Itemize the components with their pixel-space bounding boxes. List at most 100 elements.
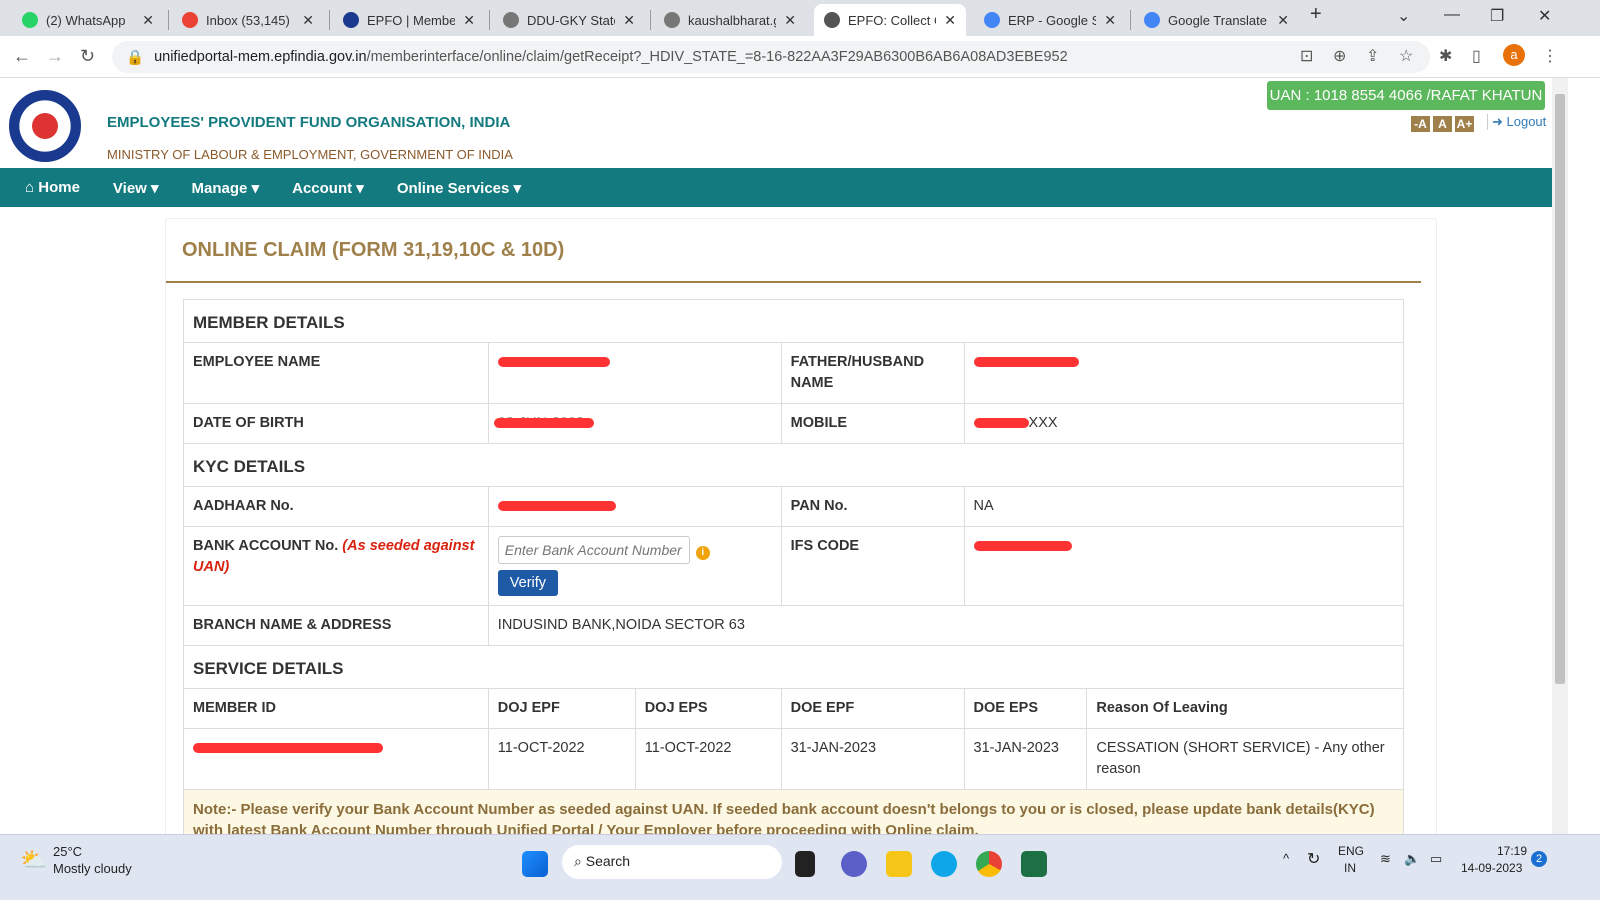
main-nav: ⌂ Home View ▾ Manage ▾ Account ▾ Online … (0, 168, 1552, 207)
clock-time[interactable]: 17:19 (1497, 844, 1527, 858)
tab-favicon-icon (1144, 12, 1160, 28)
browser-tab[interactable]: Google Translate ✕ (1134, 4, 1299, 36)
browser-tab[interactable]: Inbox (53,145) - a ✕ (172, 4, 324, 36)
tab-search-icon[interactable]: ⌄ (1397, 6, 1410, 26)
tray-chevron-icon[interactable]: ^ (1283, 851, 1289, 866)
mobile-text: XXX (1028, 415, 1058, 431)
kyc-details-heading: KYC DETAILS (183, 443, 1404, 487)
tab-favicon-icon (984, 12, 1000, 28)
reload-icon[interactable]: ↻ (80, 46, 95, 67)
nav-label: Online Services (396, 179, 510, 197)
tab-close-icon[interactable]: ✕ (463, 12, 475, 29)
col-doe-eps: DOE EPS (963, 688, 1088, 729)
tab-close-icon[interactable]: ✕ (302, 12, 314, 29)
translate-icon[interactable]: ⊡ (1300, 46, 1313, 66)
nav-manage[interactable]: Manage ▾ (192, 179, 260, 197)
nav-home[interactable]: ⌂ Home (25, 179, 80, 196)
excel-icon[interactable] (1021, 851, 1047, 877)
ifsc-label: IFS CODE (780, 526, 965, 606)
font-decrease-button[interactable]: -A (1411, 116, 1430, 132)
nav-online-services[interactable]: Online Services ▾ (397, 179, 521, 197)
browser-tab[interactable]: DDU-GKY State V ✕ (493, 4, 645, 36)
task-view-icon[interactable] (795, 851, 815, 877)
taskbar-search[interactable]: ⌕ Search (562, 845, 782, 879)
font-increase-button[interactable]: A+ (1455, 116, 1474, 132)
lock-icon: 🔒 (126, 49, 145, 66)
member-details-heading: MEMBER DETAILS (183, 299, 1404, 343)
browser-tab[interactable]: kaushalbharat.go ✕ (654, 4, 806, 36)
tab-close-icon[interactable]: ✕ (1277, 12, 1289, 29)
doe-eps-value: 31-JAN-2023 (963, 728, 1088, 790)
tab-close-icon[interactable]: ✕ (944, 12, 956, 29)
tab-title: Google Translate (1168, 12, 1268, 28)
sync-icon[interactable]: ↻ (1307, 849, 1320, 869)
redaction-mark (493, 418, 594, 428)
browser-tab[interactable]: (2) WhatsApp ✕ (12, 4, 164, 36)
new-tab-button[interactable]: + (1310, 3, 1322, 26)
browser-tab[interactable]: ERP - Google Sea ✕ (974, 4, 1126, 36)
scrollbar-thumb[interactable] (1555, 94, 1565, 684)
tab-separator (329, 10, 330, 30)
tab-close-icon[interactable]: ✕ (784, 12, 796, 29)
forward-icon[interactable]: → (46, 46, 64, 67)
weather-temp[interactable]: 25°C (53, 844, 82, 859)
tab-title: ERP - Google Sea (1008, 12, 1097, 28)
edge-icon[interactable] (931, 851, 957, 877)
minimize-button[interactable]: — (1444, 6, 1460, 24)
nav-label: Home (38, 179, 80, 196)
chrome-icon[interactable] (976, 851, 1002, 877)
wifi-icon[interactable]: ≋ (1380, 851, 1391, 867)
logout-icon: ➜ (1492, 114, 1507, 129)
browser-tab[interactable]: EPFO | Member P ✕ (333, 4, 485, 36)
col-member-id: MEMBER ID (183, 688, 489, 729)
browser-tab[interactable]: EPFO: Collect Onl ✕ (814, 4, 966, 36)
doe-epf-value: 31-JAN-2023 (780, 728, 965, 790)
bookmark-star-icon[interactable]: ☆ (1399, 46, 1413, 66)
info-icon[interactable]: i (695, 546, 710, 560)
bank-account-input[interactable] (497, 536, 690, 564)
nav-view[interactable]: View ▾ (113, 179, 159, 197)
volume-icon[interactable]: 🔈 (1404, 851, 1420, 867)
tab-close-icon[interactable]: ✕ (623, 12, 635, 29)
lang-code[interactable]: ENG (1338, 844, 1364, 858)
verify-button[interactable]: Verify (497, 570, 559, 596)
mobile-label: MOBILE (780, 403, 965, 444)
service-details-heading: SERVICE DETAILS (183, 645, 1404, 689)
start-button[interactable] (522, 851, 548, 877)
teams-icon[interactable] (841, 851, 867, 877)
profile-avatar[interactable]: a (1503, 44, 1525, 66)
close-window-button[interactable]: ✕ (1538, 6, 1551, 26)
side-panel-icon[interactable]: ▯ (1472, 46, 1481, 66)
tab-close-icon[interactable]: ✕ (142, 12, 154, 29)
tab-title: EPFO: Collect Onl (848, 12, 936, 28)
table-row: 11-OCT-2022 11-OCT-2022 31-JAN-2023 31-J… (183, 728, 1404, 790)
url-field[interactable]: 🔒 unifiedportal-mem.epfindia.gov.in/memb… (112, 41, 1430, 73)
lang-region[interactable]: IN (1344, 861, 1356, 875)
ministry-name: MINISTRY OF LABOUR & EMPLOYMENT, GOVERNM… (107, 147, 513, 162)
share-icon[interactable]: ⇪ (1366, 46, 1379, 66)
restore-button[interactable]: ❐ (1490, 6, 1504, 26)
logout-link[interactable]: ➜ Logout (1487, 114, 1546, 130)
extensions-icon[interactable]: ✱ (1439, 46, 1452, 66)
zoom-icon[interactable]: ⊕ (1333, 46, 1346, 66)
back-icon[interactable]: ← (13, 46, 31, 67)
tab-close-icon[interactable]: ✕ (1104, 12, 1116, 29)
nav-account[interactable]: Account ▾ (292, 179, 364, 197)
menu-icon[interactable]: ⋮ (1542, 46, 1558, 66)
tab-favicon-icon (503, 12, 519, 28)
tab-strip: (2) WhatsApp✕Inbox (53,145) - a✕ EPFO | M… (0, 0, 1600, 36)
notification-badge[interactable]: 2 (1531, 851, 1547, 867)
file-explorer-icon[interactable] (886, 851, 912, 877)
scrollbar[interactable] (1552, 78, 1568, 834)
weather-desc[interactable]: Mostly cloudy (53, 861, 132, 876)
home-icon: ⌂ (25, 179, 39, 196)
redaction-mark (973, 357, 1079, 368)
logout-label: Logout (1506, 114, 1547, 129)
branch-label: BRANCH NAME & ADDRESS (183, 605, 489, 646)
clock-date[interactable]: 14-09-2023 (1461, 861, 1522, 875)
claim-table: MEMBER DETAILS EMPLOYEE NAME FATHER/HUSB… (183, 299, 1405, 834)
font-normal-button[interactable]: A (1433, 116, 1452, 132)
col-doj-epf: DOJ EPF (487, 688, 636, 729)
divider (166, 281, 1421, 283)
battery-icon[interactable]: ▭ (1430, 851, 1442, 867)
